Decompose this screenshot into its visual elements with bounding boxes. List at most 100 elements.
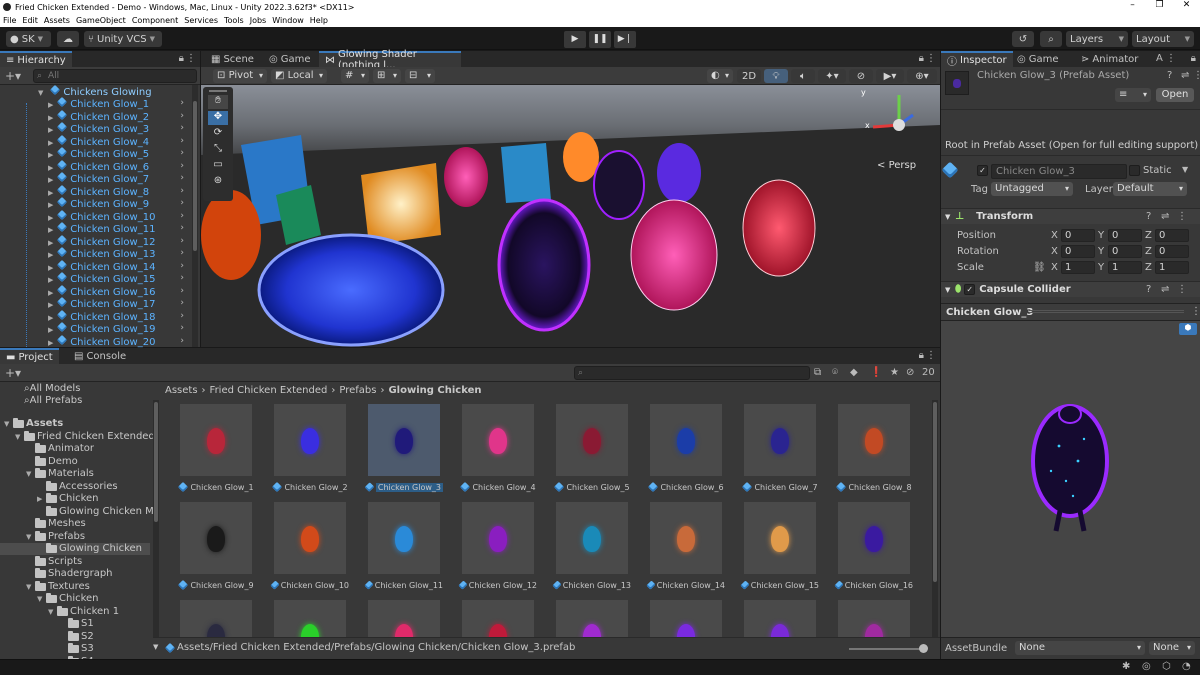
asset-tile[interactable]: Chicken Glow_16 [834,502,913,600]
audio-toggle[interactable]: 🔈︎ [791,69,815,83]
draw-mode-dropdown[interactable]: ◐ [707,69,733,83]
tab-hierarchy[interactable]: ≡ Hierarchy [0,51,72,67]
chevron-right-icon[interactable]: › [180,122,184,134]
chevron-right-icon[interactable]: › [180,235,184,247]
chevron-right-icon[interactable]: › [180,310,184,322]
tab-game[interactable]: ◎ Game [263,51,317,67]
help-icon[interactable]: ? [1146,284,1151,295]
favorite-all-prefabs[interactable]: ⌕ All Prefabs [24,395,82,407]
pivot-dropdown[interactable]: ⊡ Pivot [213,69,267,83]
more-icon[interactable]: ⋮ [1191,306,1200,317]
chevron-right-icon[interactable]: › [180,322,184,334]
menu-services[interactable]: Services [181,16,221,25]
zoom-slider-thumb[interactable] [919,644,928,653]
collapse-icon[interactable] [37,481,46,493]
expand-icon[interactable]: ▼ [26,581,35,593]
hierarchy-item[interactable]: ▶ Chicken Glow_2 › [48,109,188,123]
expand-icon[interactable]: ▼ [48,606,57,618]
chevron-right-icon[interactable]: › [180,110,184,122]
scroll-thumb[interactable] [154,402,158,522]
hierarchy-item[interactable]: ▶ Chicken Glow_4 › [48,134,188,148]
tab-animator[interactable]: ⋗ Animator [1075,51,1144,67]
gizmos-dropdown[interactable]: ⊕▾ [907,69,937,83]
account-button[interactable]: ● SK ▼ [6,31,51,47]
hierarchy-item[interactable]: ▶ Chicken Glow_16 › [48,284,188,298]
layers-dropdown[interactable]: Layers ▼ [1066,31,1128,47]
tag-filter-icon[interactable]: ◆ [850,367,858,378]
hierarchy-item[interactable]: ▶ Chicken Glow_9 › [48,196,188,210]
help-icon[interactable]: ? [1167,70,1172,81]
chevron-right-icon[interactable]: › [180,285,184,297]
chevron-right-icon[interactable]: › [180,172,184,184]
rotation-y-field[interactable]: 0 [1108,245,1142,258]
folder-item[interactable]: Demo [26,455,78,468]
breadcrumb-glowing-chicken[interactable]: Glowing Chicken [388,385,481,396]
collapse-icon[interactable] [26,443,35,455]
transform-header[interactable]: ▼ ⊥ Transform ? ⇌ ⋮ [941,208,1200,224]
hierarchy-item[interactable]: ▶ Chicken Glow_3 › [48,121,188,135]
tab-glowing-shader[interactable]: ⋈ Glowing Shader (nothing l... [319,49,461,71]
preview-header[interactable]: Chicken Glow_3 ⋮ [941,303,1200,321]
folder-item[interactable]: ▶ Chicken [37,493,99,505]
more-icon[interactable]: ⋮ [926,53,936,64]
more-icon[interactable]: ⋮ [1177,211,1187,222]
asset-tile[interactable]: Chicken Glow_15 [740,502,819,600]
assetbundle-dropdown[interactable]: None [1015,641,1145,655]
asset-tile[interactable]: Chicken Glow_1 [177,404,255,502]
expand-icon[interactable]: ▼ [15,431,24,443]
tab-inspector[interactable]: ⓘ Inspector [941,51,1013,68]
hierarchy-search-input[interactable]: ⌕ All [33,69,197,83]
active-checkbox[interactable]: ✓ [977,165,988,176]
chevron-right-icon[interactable]: › [180,272,184,284]
asset-tile[interactable]: Chicken Glow_12 [458,502,537,600]
collapse-icon[interactable]: ▶ [37,493,46,505]
chevron-right-icon[interactable]: › [180,97,184,109]
folder-item[interactable]: ▼ Materials [26,468,94,480]
folder-item[interactable]: Shadergraph [26,568,113,580]
asset-tile[interactable] [177,600,255,637]
breadcrumb-prefabs[interactable]: Prefabs [339,385,376,396]
2d-toggle[interactable]: 2D [737,69,761,83]
asset-tile[interactable]: Chicken Glow_11 [364,502,443,600]
transform-tool[interactable]: ⊛ [208,175,228,189]
progress-icon[interactable]: ◔ [1182,661,1191,672]
cloud-button[interactable]: ☁ [57,31,79,47]
effects-dropdown[interactable]: ✦▾ [818,69,846,83]
scale-z-field[interactable]: 1 [1155,261,1189,274]
overlay-handle[interactable] [209,90,227,92]
hierarchy-item[interactable]: ▶ Chicken Glow_13 › [48,246,188,260]
collapse-icon[interactable] [26,556,35,568]
lighting-toggle[interactable]: 💡︎ [764,69,788,83]
asset-tile[interactable]: Chicken Glow_14 [646,502,725,600]
asset-tile[interactable] [647,600,725,637]
folder-item[interactable]: ▼ Prefabs [26,530,85,543]
menu-file[interactable]: File [0,16,19,25]
expand-icon[interactable]: ▼ [26,468,35,480]
hierarchy-item[interactable]: ▶ Chicken Glow_19 › [48,321,188,335]
menu-component[interactable]: Component [129,16,181,25]
rotate-tool[interactable]: ⟳ [208,127,228,141]
hierarchy-item[interactable]: ▶ Chicken Glow_6 › [48,159,188,173]
hierarchy-item[interactable]: ▶ Chicken Glow_20 › [48,334,188,348]
pause-button[interactable]: ❚❚ [589,31,611,48]
assetbundle-variant-dropdown[interactable]: None [1149,641,1195,655]
hierarchy-item[interactable]: ▶ Chicken Glow_18 › [48,309,188,323]
hierarchy-item[interactable]: ▶ Chicken Glow_7 › [48,171,188,185]
collapse-icon[interactable] [59,643,68,655]
asset-tile[interactable]: Chicken Glow_5 [553,404,631,502]
hierarchy-item[interactable]: ▶ Chicken Glow_5 › [48,146,188,160]
chevron-right-icon[interactable]: › [180,160,184,172]
scroll-thumb[interactable] [193,101,197,251]
menu-assets[interactable]: Assets [41,16,73,25]
favorite-icon[interactable]: ★ [890,367,899,378]
folder-item[interactable]: Accessories [37,480,118,493]
folder-item[interactable]: S1 [59,618,94,630]
scene-gizmo[interactable] [872,95,914,131]
asset-tile[interactable]: Chicken Glow_6 [647,404,725,502]
hierarchy-scrollbar[interactable] [192,85,198,347]
asset-tile[interactable]: Chicken Glow_4 [459,404,537,502]
capsule-collider-header[interactable]: ▼ ⬮ ✓ Capsule Collider ? ⇌ ⋮ [941,281,1200,297]
menu-window[interactable]: Window [269,16,307,25]
position-x-field[interactable]: 0 [1061,229,1095,242]
asset-tile[interactable] [835,600,913,637]
